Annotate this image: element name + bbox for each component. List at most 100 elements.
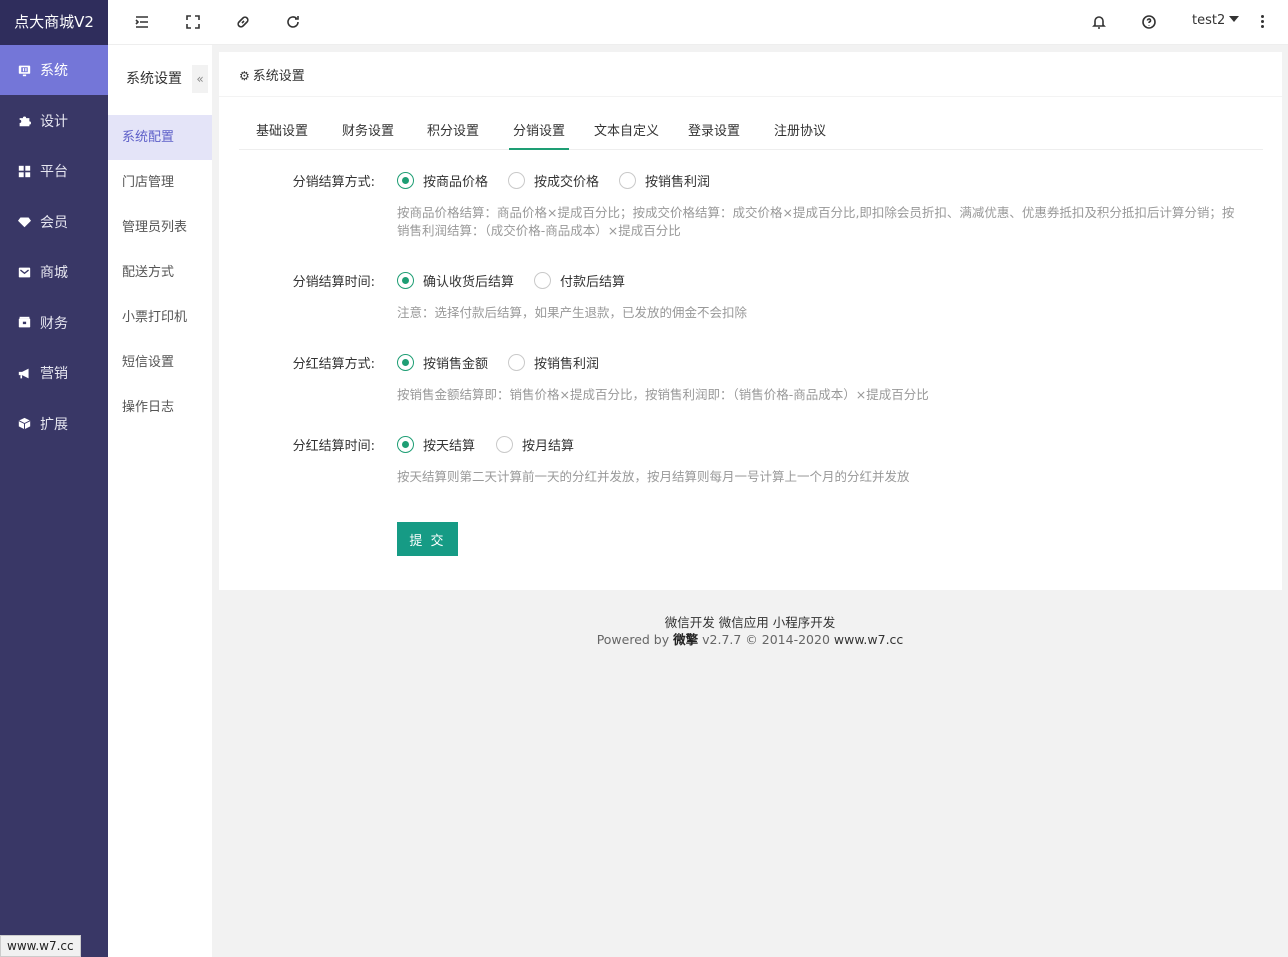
top-header: test2	[108, 0, 1288, 45]
radio-by-deal-price[interactable]: 按成交价格	[508, 170, 599, 190]
radio-after-payment[interactable]: 付款后结算	[534, 270, 625, 290]
radio-label: 按天结算	[423, 438, 476, 454]
nav-item-label: 商城	[40, 265, 68, 281]
tab-basic[interactable]: 基础设置	[256, 120, 308, 150]
distribution-time-hint: 注意：选择付款后结算，如果产生退款，已发放的佣金不会扣除	[397, 305, 748, 320]
subnav-item-delivery[interactable]: 配送方式	[108, 250, 212, 295]
tab-login[interactable]: 登录设置	[688, 120, 740, 150]
nav-item-finance[interactable]: 财务	[0, 298, 108, 348]
refresh-icon[interactable]	[285, 14, 301, 30]
collapse-sidebar-button[interactable]: «	[192, 65, 208, 93]
username: test2	[1192, 13, 1226, 28]
diamond-icon	[18, 216, 31, 228]
nav-item-platform[interactable]: 平台	[0, 146, 108, 196]
radio-label: 按销售利润	[534, 356, 600, 372]
radio-by-sales-amount[interactable]: 按销售金额	[397, 352, 488, 372]
subnav-item-operation-log[interactable]: 操作日志	[108, 385, 212, 430]
mail-box-icon	[18, 266, 31, 278]
radio-monthly-settlement[interactable]: 按月结算	[496, 434, 574, 454]
footer-link-miniprogram-dev[interactable]: 小程序开发	[773, 615, 836, 630]
radio-after-confirm-receipt[interactable]: 确认收货后结算	[397, 270, 514, 290]
radio-circle	[496, 435, 513, 453]
radio-label: 按销售金额	[423, 356, 489, 372]
grid-icon	[18, 165, 31, 177]
nav-item-label: 会员	[40, 214, 68, 231]
footer-site-link[interactable]: www.w7.cc	[834, 632, 903, 647]
radio-by-sales-profit[interactable]: 按销售利润	[619, 170, 710, 190]
settings-tabs: 基础设置 财务设置 积分设置 分销设置 文本自定义 登录设置 注册协议	[239, 104, 1263, 150]
radio-by-product-price[interactable]: 按商品价格	[397, 170, 488, 190]
nav-item-system[interactable]: 系统	[0, 45, 108, 95]
radio-daily-settlement[interactable]: 按天结算	[397, 434, 475, 454]
nav-item-member[interactable]: 会员	[0, 197, 108, 247]
subnav-title: 系统设置 «	[108, 45, 212, 115]
hint-line: 按商品价格结算：商品价格×提成百分比；按成交价格结算：成交价格×提成百分比,即扣…	[397, 205, 1235, 220]
radio-circle	[397, 435, 414, 453]
radio-label: 按月结算	[522, 438, 575, 454]
nav-item-marketing[interactable]: 营销	[0, 348, 108, 398]
subnav-item-store-management[interactable]: 门店管理	[108, 160, 212, 205]
tab-distribution[interactable]: 分销设置	[509, 120, 570, 150]
radio-dividend-by-profit[interactable]: 按销售利润	[508, 352, 599, 372]
radio-label: 付款后结算	[560, 274, 626, 290]
radio-circle	[619, 171, 636, 189]
nav-item-label: 平台	[40, 164, 68, 180]
nav-item-mall[interactable]: 商城	[0, 247, 108, 297]
footer-link-wechat-dev[interactable]: 微信开发	[665, 615, 715, 630]
card-title: 系统设置	[252, 69, 305, 84]
nav-item-label: 扩展	[40, 416, 68, 433]
distribution-method-hint: 按商品价格结算：商品价格×提成百分比；按成交价格结算：成交价格×提成百分比,即扣…	[397, 204, 1247, 240]
radio-circle	[397, 271, 414, 289]
footer-links: 微信开发 微信应用 小程序开发	[212, 614, 1288, 631]
dividend-time-label: 分红结算时间:	[292, 439, 375, 454]
secondary-sidebar: 系统设置 « 系统配置 门店管理 管理员列表 配送方式 小票打印机 短信设置 操…	[108, 45, 212, 957]
tab-finance[interactable]: 财务设置	[342, 120, 394, 150]
bell-icon[interactable]	[1091, 14, 1107, 30]
page-footer: 微信开发 微信应用 小程序开发 Powered by 微擎 v2.7.7 © 2…	[212, 614, 1288, 648]
subnav-item-admin-list[interactable]: 管理员列表	[108, 205, 212, 250]
help-icon[interactable]	[1141, 14, 1157, 30]
cube-icon	[18, 417, 31, 430]
nav-item-label: 营销	[40, 366, 68, 382]
gear-icon: ⚙	[239, 69, 250, 83]
distribution-method-label: 分销结算方式:	[292, 175, 375, 190]
submit-button[interactable]: 提 交	[397, 522, 458, 556]
wallet-icon	[18, 316, 31, 329]
subnav-item-sms-settings[interactable]: 短信设置	[108, 340, 212, 385]
tab-text-custom[interactable]: 文本自定义	[594, 120, 659, 150]
tab-agreement[interactable]: 注册协议	[774, 120, 826, 150]
subnav-item-receipt-printer[interactable]: 小票打印机	[108, 295, 212, 340]
fullscreen-icon[interactable]	[185, 14, 201, 30]
tab-points[interactable]: 积分设置	[427, 120, 479, 150]
status-url-bar: www.w7.cc	[0, 935, 81, 957]
distribution-time-label: 分销结算时间:	[292, 275, 375, 290]
dividend-time-hint: 按天结算则第二天计算前一天的分红并发放，按月结算则每月一号计算上一个月的分红并发…	[397, 469, 910, 484]
radio-circle	[508, 353, 525, 371]
user-menu[interactable]: test2	[1192, 13, 1240, 28]
nav-item-label: 设计	[40, 113, 68, 130]
nav-item-label: 系统	[40, 63, 68, 79]
radio-circle	[397, 353, 414, 371]
powered-version: v2.7.7 © 2014-2020	[702, 632, 830, 647]
subnav-title-text: 系统设置	[126, 71, 182, 87]
dividend-method-label: 分红结算方式:	[292, 357, 375, 372]
main-nav: 点大商城V2 系统 设计 平台 会员 商城 财务 营销 扩展	[0, 0, 108, 957]
radio-circle	[534, 271, 551, 289]
footer-powered: Powered by 微擎 v2.7.7 © 2014-2020 www.w7.…	[212, 631, 1288, 648]
footer-link-wechat-apps[interactable]: 微信应用	[719, 615, 769, 630]
megaphone-icon	[18, 367, 31, 379]
app-brand: 点大商城V2	[0, 0, 108, 45]
card-header: ⚙ 系统设置	[219, 52, 1282, 97]
link-icon[interactable]	[235, 14, 251, 30]
hint-line: 销售利润结算：（成交价格-商品成本）×提成百分比	[397, 223, 681, 238]
puzzle-icon	[18, 115, 31, 127]
more-vertical-icon[interactable]	[1258, 15, 1266, 31]
nav-item-design[interactable]: 设计	[0, 96, 108, 146]
powered-brand[interactable]: 微擎	[673, 632, 698, 647]
radio-label: 按成交价格	[534, 174, 600, 190]
nav-item-extension[interactable]: 扩展	[0, 399, 108, 449]
powered-prefix: Powered by	[596, 632, 670, 647]
dividend-method-hint: 按销售金额结算即：销售价格×提成百分比，按销售利润即：（销售价格-商品成本）×提…	[397, 387, 929, 402]
subnav-item-system-config[interactable]: 系统配置	[108, 115, 212, 160]
menu-indent-icon[interactable]	[134, 14, 150, 30]
